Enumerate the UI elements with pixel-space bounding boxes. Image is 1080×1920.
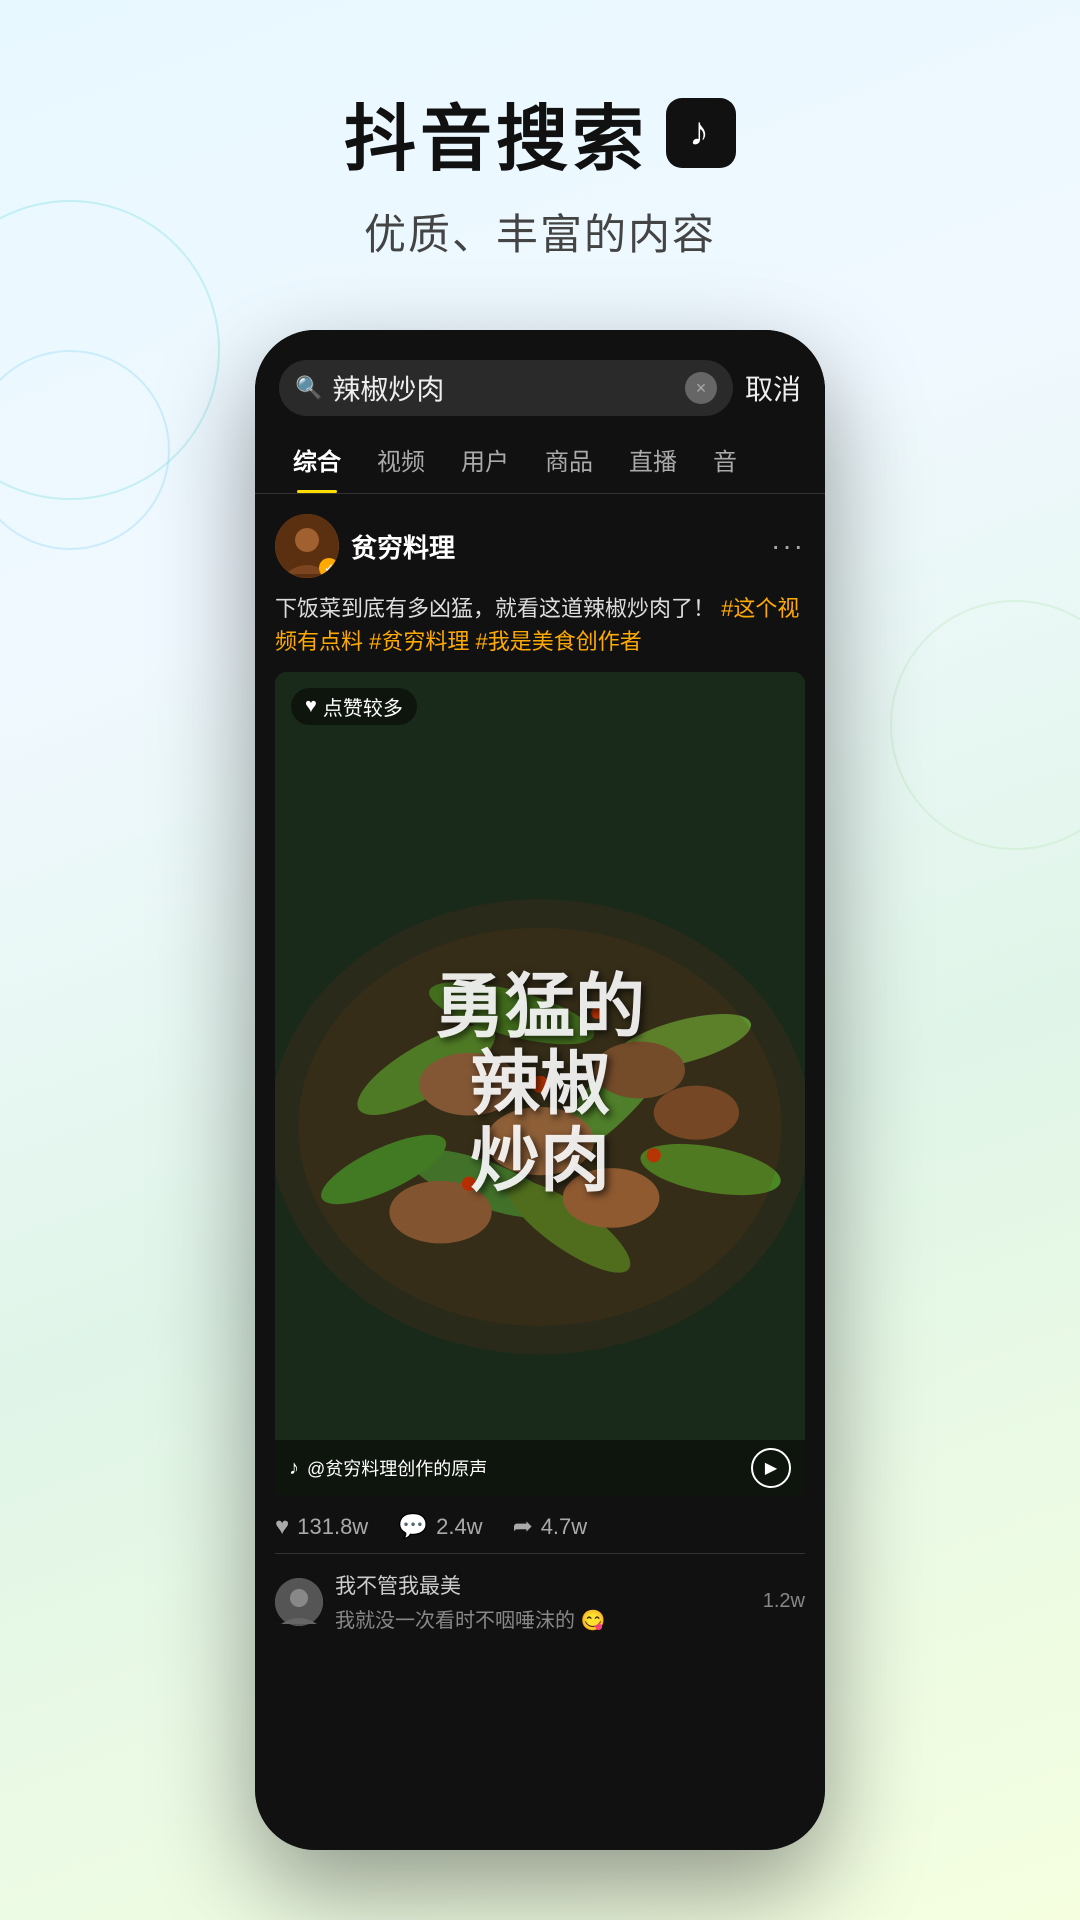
play-button[interactable]: ▶ bbox=[751, 1448, 791, 1488]
tab-label: 综合 bbox=[293, 449, 341, 476]
comment-count: 1.2w bbox=[763, 1590, 805, 1613]
search-icon: 🔍 bbox=[295, 375, 322, 401]
comments-stat[interactable]: 💬 2.4w bbox=[398, 1512, 482, 1541]
comment-content: 我不管我最美 我就没一次看时不咽唾沫的 😋 bbox=[335, 1570, 605, 1633]
app-title-row: 抖音搜索 ♪ bbox=[0, 80, 1080, 185]
header: 抖音搜索 ♪ 优质、丰富的内容 bbox=[0, 0, 1080, 302]
audio-label: @贫穷料理创作的原声 bbox=[307, 1455, 487, 1481]
close-icon: × bbox=[696, 378, 707, 399]
user-row: ✓ 贫穷料理 ··· bbox=[275, 514, 805, 578]
content-area: ✓ 贫穷料理 ··· 下饭菜到底有多凶猛，就看这道辣椒炒肉了！ #这个视频有点料… bbox=[255, 494, 825, 1657]
phone-mockup: 🔍 辣椒炒肉 × 取消 综合 视频 用户 商品 直播 bbox=[255, 330, 825, 1850]
tab-label: 商品 bbox=[545, 449, 593, 476]
comment-icon: 💬 bbox=[398, 1512, 428, 1541]
tiktok-mini-icon: ♪ bbox=[289, 1457, 299, 1480]
tab-label: 用户 bbox=[461, 449, 509, 476]
likes-stat[interactable]: ♥ 131.8w bbox=[275, 1513, 368, 1541]
commenter-avatar bbox=[275, 1578, 323, 1626]
commenter-name[interactable]: 我不管我最美 bbox=[335, 1575, 461, 1598]
user-info: ✓ 贫穷料理 bbox=[275, 514, 455, 578]
post-main-text: 下饭菜到底有多凶猛，就看这道辣椒炒肉了！ bbox=[275, 596, 715, 621]
phone-screen: 🔍 辣椒炒肉 × 取消 综合 视频 用户 商品 直播 bbox=[255, 330, 825, 1850]
search-input-box[interactable]: 🔍 辣椒炒肉 × bbox=[279, 360, 733, 416]
food-image bbox=[275, 672, 805, 1496]
shares-stat[interactable]: ➦ 4.7w bbox=[513, 1512, 588, 1541]
more-options-button[interactable]: ··· bbox=[771, 530, 805, 562]
play-icon: ▶ bbox=[765, 1458, 777, 1478]
food-svg bbox=[275, 672, 805, 1496]
search-query-text: 辣椒炒肉 bbox=[332, 368, 675, 408]
tab-视频[interactable]: 视频 bbox=[359, 426, 443, 493]
post-text: 下饭菜到底有多凶猛，就看这道辣椒炒肉了！ #这个视频有点料 #贫穷料理 #我是美… bbox=[275, 592, 805, 658]
tab-音[interactable]: 音 bbox=[695, 426, 755, 493]
avatar[interactable]: ✓ bbox=[275, 514, 339, 578]
tab-直播[interactable]: 直播 bbox=[611, 426, 695, 493]
heart-mini-icon: ♥ bbox=[305, 695, 317, 718]
search-cancel-button[interactable]: 取消 bbox=[745, 368, 801, 408]
audio-info: ♪ @贫穷料理创作的原声 bbox=[289, 1455, 487, 1481]
bg-decoration-circle-3 bbox=[890, 600, 1080, 850]
comment-preview-row: 我不管我最美 我就没一次看时不咽唾沫的 😋 1.2w bbox=[275, 1554, 805, 1637]
stats-row: ♥ 131.8w 💬 2.4w ➦ 4.7w bbox=[275, 1496, 805, 1554]
tab-商品[interactable]: 商品 bbox=[527, 426, 611, 493]
verified-badge: ✓ bbox=[319, 558, 339, 578]
search-clear-button[interactable]: × bbox=[685, 372, 717, 404]
app-title: 抖音搜索 bbox=[344, 80, 648, 185]
share-icon: ➦ bbox=[513, 1512, 533, 1541]
tab-label: 视频 bbox=[377, 449, 425, 476]
tab-label: 音 bbox=[713, 449, 737, 476]
comment-text: 我就没一次看时不咽唾沫的 😋 bbox=[335, 1610, 605, 1632]
tab-用户[interactable]: 用户 bbox=[443, 426, 527, 493]
heart-icon: ♥ bbox=[275, 1513, 289, 1541]
app-subtitle: 优质、丰富的内容 bbox=[0, 201, 1080, 262]
comments-count: 2.4w bbox=[436, 1514, 482, 1540]
audio-bar: ♪ @贫穷料理创作的原声 ▶ bbox=[275, 1440, 805, 1496]
search-bar-container: 🔍 辣椒炒肉 × 取消 bbox=[255, 330, 825, 426]
commenter-avatar-image bbox=[275, 1578, 323, 1626]
tab-label: 直播 bbox=[629, 449, 677, 476]
likes-badge: ♥ 点赞较多 bbox=[291, 688, 417, 725]
tabs-bar: 综合 视频 用户 商品 直播 音 bbox=[255, 426, 825, 494]
likes-badge-text: 点赞较多 bbox=[323, 692, 403, 721]
tab-综合[interactable]: 综合 bbox=[275, 426, 359, 493]
shares-count: 4.7w bbox=[541, 1514, 587, 1540]
tiktok-logo-icon: ♪ bbox=[689, 110, 713, 155]
video-thumbnail[interactable]: ♥ 点赞较多 勇猛的辣椒炒肉 ♪ @贫穷料理创作的原声 ▶ bbox=[275, 672, 805, 1496]
likes-count: 131.8w bbox=[297, 1514, 368, 1540]
user-name[interactable]: 贫穷料理 bbox=[351, 528, 455, 565]
tiktok-logo: ♪ bbox=[666, 98, 736, 168]
